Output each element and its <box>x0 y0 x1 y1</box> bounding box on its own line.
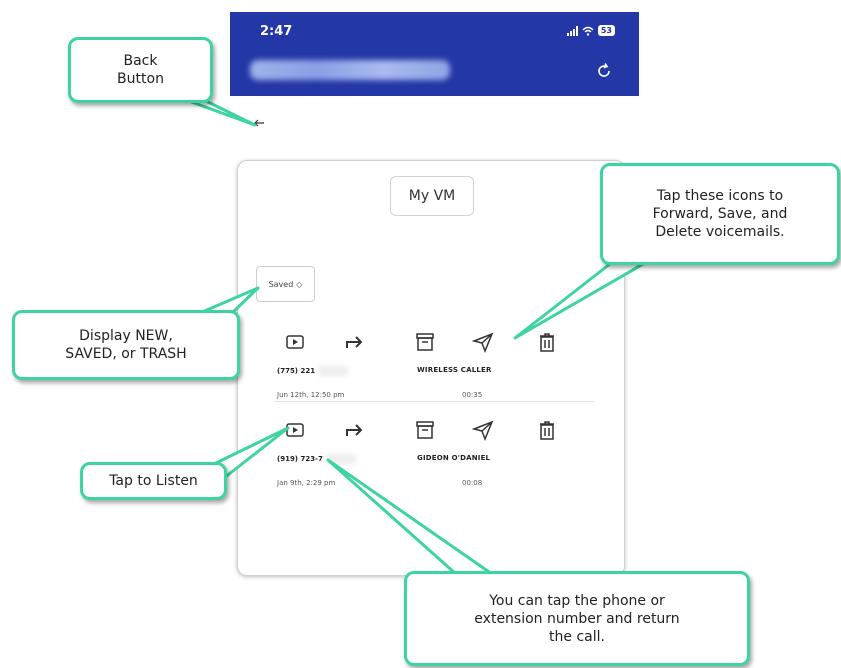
status-icons: 53 <box>566 25 615 36</box>
redacted-digits <box>325 454 356 464</box>
caller-name: WIRELESS CALLER <box>417 366 492 374</box>
blurred-account-name <box>250 60 450 80</box>
redacted-digits <box>318 366 349 376</box>
phone-number-link[interactable]: (775) 221 <box>277 366 349 376</box>
app-header: 2:47 53 <box>230 12 639 96</box>
battery-icon: 53 <box>597 25 615 36</box>
voicemail-date: Jun 12th, 12:50 pm <box>277 391 345 399</box>
archive-icon[interactable] <box>414 419 436 441</box>
trash-icon[interactable] <box>536 419 558 441</box>
phone-number-link[interactable]: (919) 723-7 <box>277 454 356 464</box>
caller-name: GIDEON O'DANIEL <box>417 454 491 462</box>
send-icon[interactable] <box>471 419 494 442</box>
voicemail-card: My VM Saved ◇ (775) 221 WIRELESS CALLER … <box>237 160 625 576</box>
archive-icon[interactable] <box>414 331 436 353</box>
voicemail-duration: 00:08 <box>462 479 483 487</box>
callout-listen: Tap to Listen <box>80 462 227 500</box>
status-time: 2:47 <box>260 24 293 39</box>
chevron-updown-icon: ◇ <box>296 279 303 289</box>
trash-icon[interactable] <box>536 331 558 353</box>
play-icon[interactable] <box>284 419 306 441</box>
callout-back-button: Back Button <box>68 37 213 103</box>
back-arrow-icon[interactable] <box>252 116 266 130</box>
voicemail-duration: 00:35 <box>462 391 483 399</box>
wifi-icon <box>582 26 594 36</box>
callout-phone-number: You can tap the phone or extension numbe… <box>404 571 750 666</box>
folder-select[interactable]: Saved ◇ <box>256 266 315 302</box>
forward-icon[interactable] <box>344 419 366 441</box>
forward-icon[interactable] <box>344 331 366 353</box>
voicemail-row: (775) 221 WIRELESS CALLER Jun 12th, 12:5… <box>274 323 594 402</box>
refresh-icon[interactable] <box>593 60 615 82</box>
voicemail-row: (919) 723-7 GIDEON O'DANIEL Jan 9th, 2:2… <box>274 411 594 489</box>
folder-select-value: Saved <box>268 279 294 289</box>
callout-action-icons: Tap these icons to Forward, Save, and De… <box>600 163 840 265</box>
voicemail-date: Jan 9th, 2:29 pm <box>277 479 336 487</box>
callout-folder-filter: Display NEW, SAVED, or TRASH <box>12 310 240 380</box>
signal-icon <box>566 25 578 36</box>
send-icon[interactable] <box>471 331 494 354</box>
play-icon[interactable] <box>284 331 306 353</box>
page-title: My VM <box>390 176 474 216</box>
